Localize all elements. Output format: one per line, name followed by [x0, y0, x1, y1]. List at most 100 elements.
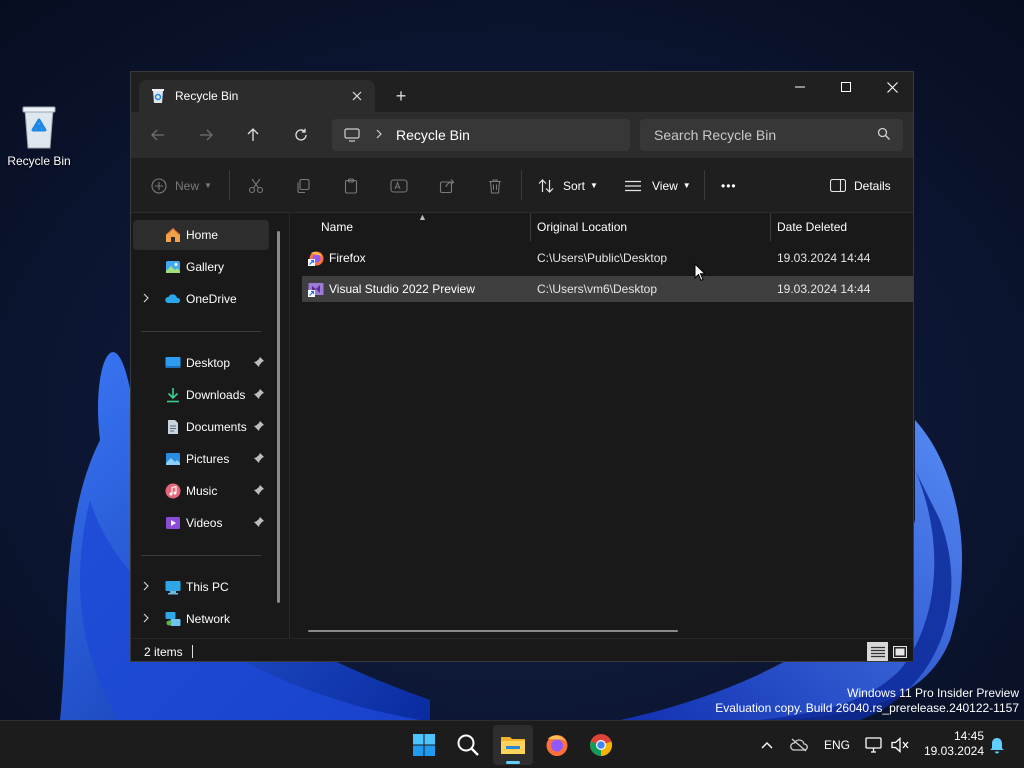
- new-label: New: [175, 178, 200, 193]
- arrow-right-icon: [200, 129, 213, 141]
- file-explorer-window: Recycle Bin + Recycle Bin Search Recycle…: [130, 71, 914, 662]
- share-button[interactable]: [439, 158, 455, 213]
- sort-button[interactable]: Sort ▼: [538, 158, 598, 213]
- chevron-right-icon[interactable]: [143, 581, 149, 591]
- pin-icon[interactable]: [253, 516, 265, 528]
- chevron-right-icon[interactable]: [143, 613, 149, 623]
- nav-item-music[interactable]: Music: [133, 476, 269, 506]
- horizontal-scrollbar[interactable]: [308, 630, 678, 632]
- address-bar[interactable]: Recycle Bin: [332, 119, 630, 151]
- volume-muted-icon: [891, 737, 909, 753]
- pin-icon[interactable]: [253, 420, 265, 432]
- toolbar-divider: [521, 170, 522, 200]
- network-status-button[interactable]: [862, 721, 886, 768]
- onedrive-status-button[interactable]: [786, 721, 812, 768]
- column-header-original-location[interactable]: Original Location: [537, 213, 627, 241]
- column-header-name[interactable]: Name: [321, 213, 353, 241]
- copy-button[interactable]: [295, 158, 311, 213]
- pin-icon[interactable]: [253, 356, 265, 368]
- title-bar: Recycle Bin +: [131, 72, 913, 112]
- nav-item-network[interactable]: Network: [133, 604, 269, 634]
- nav-item-onedrive[interactable]: OneDrive: [133, 284, 269, 314]
- this-pc-icon: [165, 581, 181, 595]
- cloud-offline-icon: [790, 738, 808, 752]
- nav-item-desktop[interactable]: Desktop: [133, 348, 269, 378]
- tab-title: Recycle Bin: [175, 89, 239, 103]
- clock-time: 14:45: [953, 729, 984, 743]
- volume-button[interactable]: [888, 721, 912, 768]
- new-button[interactable]: New ▼: [151, 158, 212, 213]
- desktop-icon: [165, 357, 181, 368]
- file-list: Name ▲ Original Location Date Deleted Fi…: [290, 212, 913, 638]
- nav-item-pictures[interactable]: Pictures: [133, 444, 269, 474]
- tab-recycle-bin[interactable]: Recycle Bin: [139, 80, 375, 112]
- nav-item-documents[interactable]: Documents: [133, 412, 269, 442]
- cut-button[interactable]: [248, 158, 264, 213]
- file-date-deleted: 19.03.2024 14:44: [777, 251, 871, 265]
- back-button[interactable]: [142, 120, 174, 150]
- command-bar: New ▼ Sort ▼ View ▼ ••• Details: [131, 158, 913, 213]
- details-view-button[interactable]: [867, 642, 888, 661]
- column-separator[interactable]: [530, 213, 531, 241]
- breadcrumb-recycle-bin[interactable]: Recycle Bin: [396, 127, 470, 143]
- chevron-right-icon[interactable]: [376, 128, 382, 142]
- nav-item-gallery[interactable]: Gallery: [133, 252, 269, 282]
- close-window-button[interactable]: [869, 72, 913, 102]
- taskbar-firefox[interactable]: [537, 725, 577, 765]
- file-row[interactable]: Firefox C:\Users\Public\Desktop 19.03.20…: [302, 245, 913, 271]
- chevron-up-icon: [761, 742, 773, 749]
- notifications-button[interactable]: [986, 721, 1008, 768]
- nav-label: Documents: [186, 420, 247, 434]
- maximize-button[interactable]: [823, 72, 869, 102]
- search-input[interactable]: Search Recycle Bin: [640, 119, 903, 151]
- file-name: Visual Studio 2022 Preview: [329, 282, 475, 296]
- more-options-button[interactable]: •••: [721, 158, 737, 213]
- close-icon: [886, 81, 898, 93]
- details-view-icon: [870, 646, 885, 657]
- minimize-button[interactable]: [777, 72, 823, 102]
- minimize-icon: [795, 86, 805, 88]
- chevron-right-icon[interactable]: [143, 293, 149, 303]
- pin-icon[interactable]: [253, 388, 265, 400]
- nav-item-home[interactable]: Home: [133, 220, 269, 250]
- tiles-view-button[interactable]: [889, 642, 910, 661]
- rename-button[interactable]: [390, 158, 408, 213]
- refresh-button[interactable]: [285, 120, 317, 150]
- paste-button[interactable]: [343, 158, 359, 213]
- language-indicator[interactable]: ENG: [820, 721, 854, 768]
- nav-pane-scrollbar[interactable]: [277, 231, 280, 603]
- column-header-date-deleted[interactable]: Date Deleted: [777, 213, 847, 241]
- delete-button[interactable]: [487, 158, 503, 213]
- taskbar-file-explorer[interactable]: [493, 725, 533, 765]
- nav-item-downloads[interactable]: Downloads: [133, 380, 269, 410]
- start-button[interactable]: [404, 725, 444, 765]
- file-row[interactable]: Visual Studio 2022 Preview C:\Users\vm6\…: [302, 276, 913, 302]
- new-tab-button[interactable]: +: [389, 84, 413, 108]
- sort-label: Sort: [563, 178, 586, 193]
- system-clock[interactable]: 14:45 19.03.2024: [920, 729, 984, 759]
- taskbar-search-button[interactable]: [448, 725, 488, 765]
- details-label: Details: [854, 178, 891, 193]
- view-label: View: [652, 178, 678, 193]
- status-divider: [192, 645, 193, 658]
- nav-divider: [141, 331, 261, 332]
- up-button[interactable]: [237, 120, 269, 150]
- navigation-bar: Recycle Bin Search Recycle Bin: [131, 112, 913, 158]
- nav-item-videos[interactable]: Videos: [133, 508, 269, 538]
- sort-icon: [538, 178, 554, 193]
- details-pane-button[interactable]: Details: [830, 158, 891, 213]
- show-hidden-icons-button[interactable]: [756, 721, 778, 768]
- view-button[interactable]: View ▼: [625, 158, 691, 213]
- trash-icon: [489, 178, 501, 194]
- nav-item-this-pc[interactable]: This PC: [133, 572, 269, 602]
- pin-icon[interactable]: [253, 452, 265, 464]
- pin-icon[interactable]: [253, 484, 265, 496]
- details-pane-icon: [830, 179, 846, 192]
- search-placeholder: Search Recycle Bin: [654, 127, 777, 143]
- taskbar-chrome[interactable]: [581, 725, 621, 765]
- desktop-recycle-bin[interactable]: Recycle Bin: [4, 104, 74, 168]
- column-separator[interactable]: [770, 213, 771, 241]
- forward-button[interactable]: [190, 120, 222, 150]
- item-count: 2 items: [144, 645, 183, 659]
- close-tab-icon[interactable]: [347, 86, 367, 106]
